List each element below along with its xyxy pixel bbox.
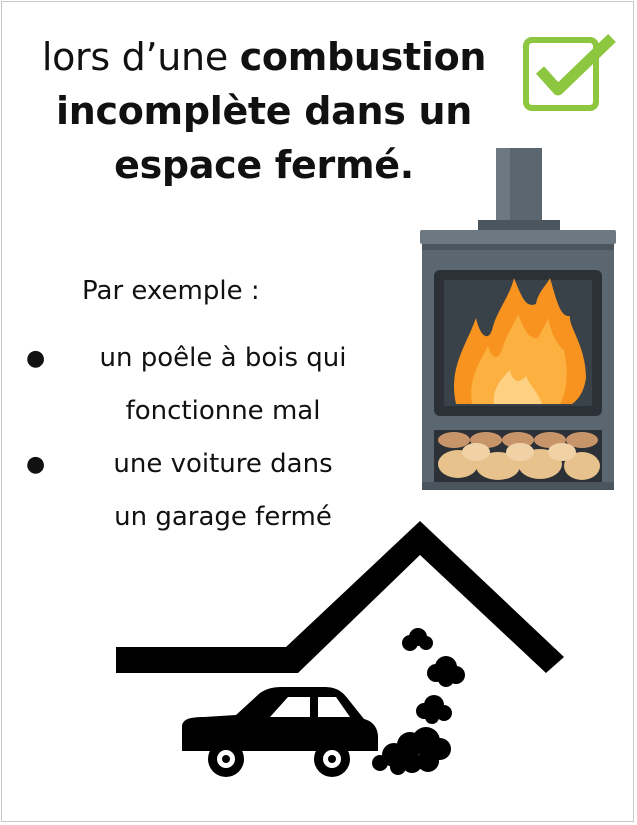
example-1-line-2: fonctionne mal: [125, 396, 321, 426]
garage-scene: [116, 521, 564, 777]
title-line-2: incomplète dans un: [56, 89, 472, 133]
checkmark-icon: [523, 34, 616, 111]
list-item: ● un poêle à bois qui fonctionne mal: [20, 332, 380, 438]
title-prefix: lors d’une: [41, 35, 228, 79]
car-icon: [182, 687, 378, 777]
intro-text: Par exemple :: [82, 276, 260, 306]
title-bold-word: combustion: [239, 35, 487, 79]
title-line-3: espace fermé.: [114, 143, 414, 187]
exhaust-smoke-icon: [372, 628, 465, 775]
example-1-line-1: un poêle à bois qui: [99, 343, 347, 373]
house-roof-icon: [116, 521, 564, 673]
example-2-line-1: une voiture dans: [113, 449, 333, 479]
wood-stove-icon: [420, 148, 616, 490]
bullet-icon: ●: [26, 346, 46, 371]
bullet-icon: ●: [26, 452, 46, 477]
